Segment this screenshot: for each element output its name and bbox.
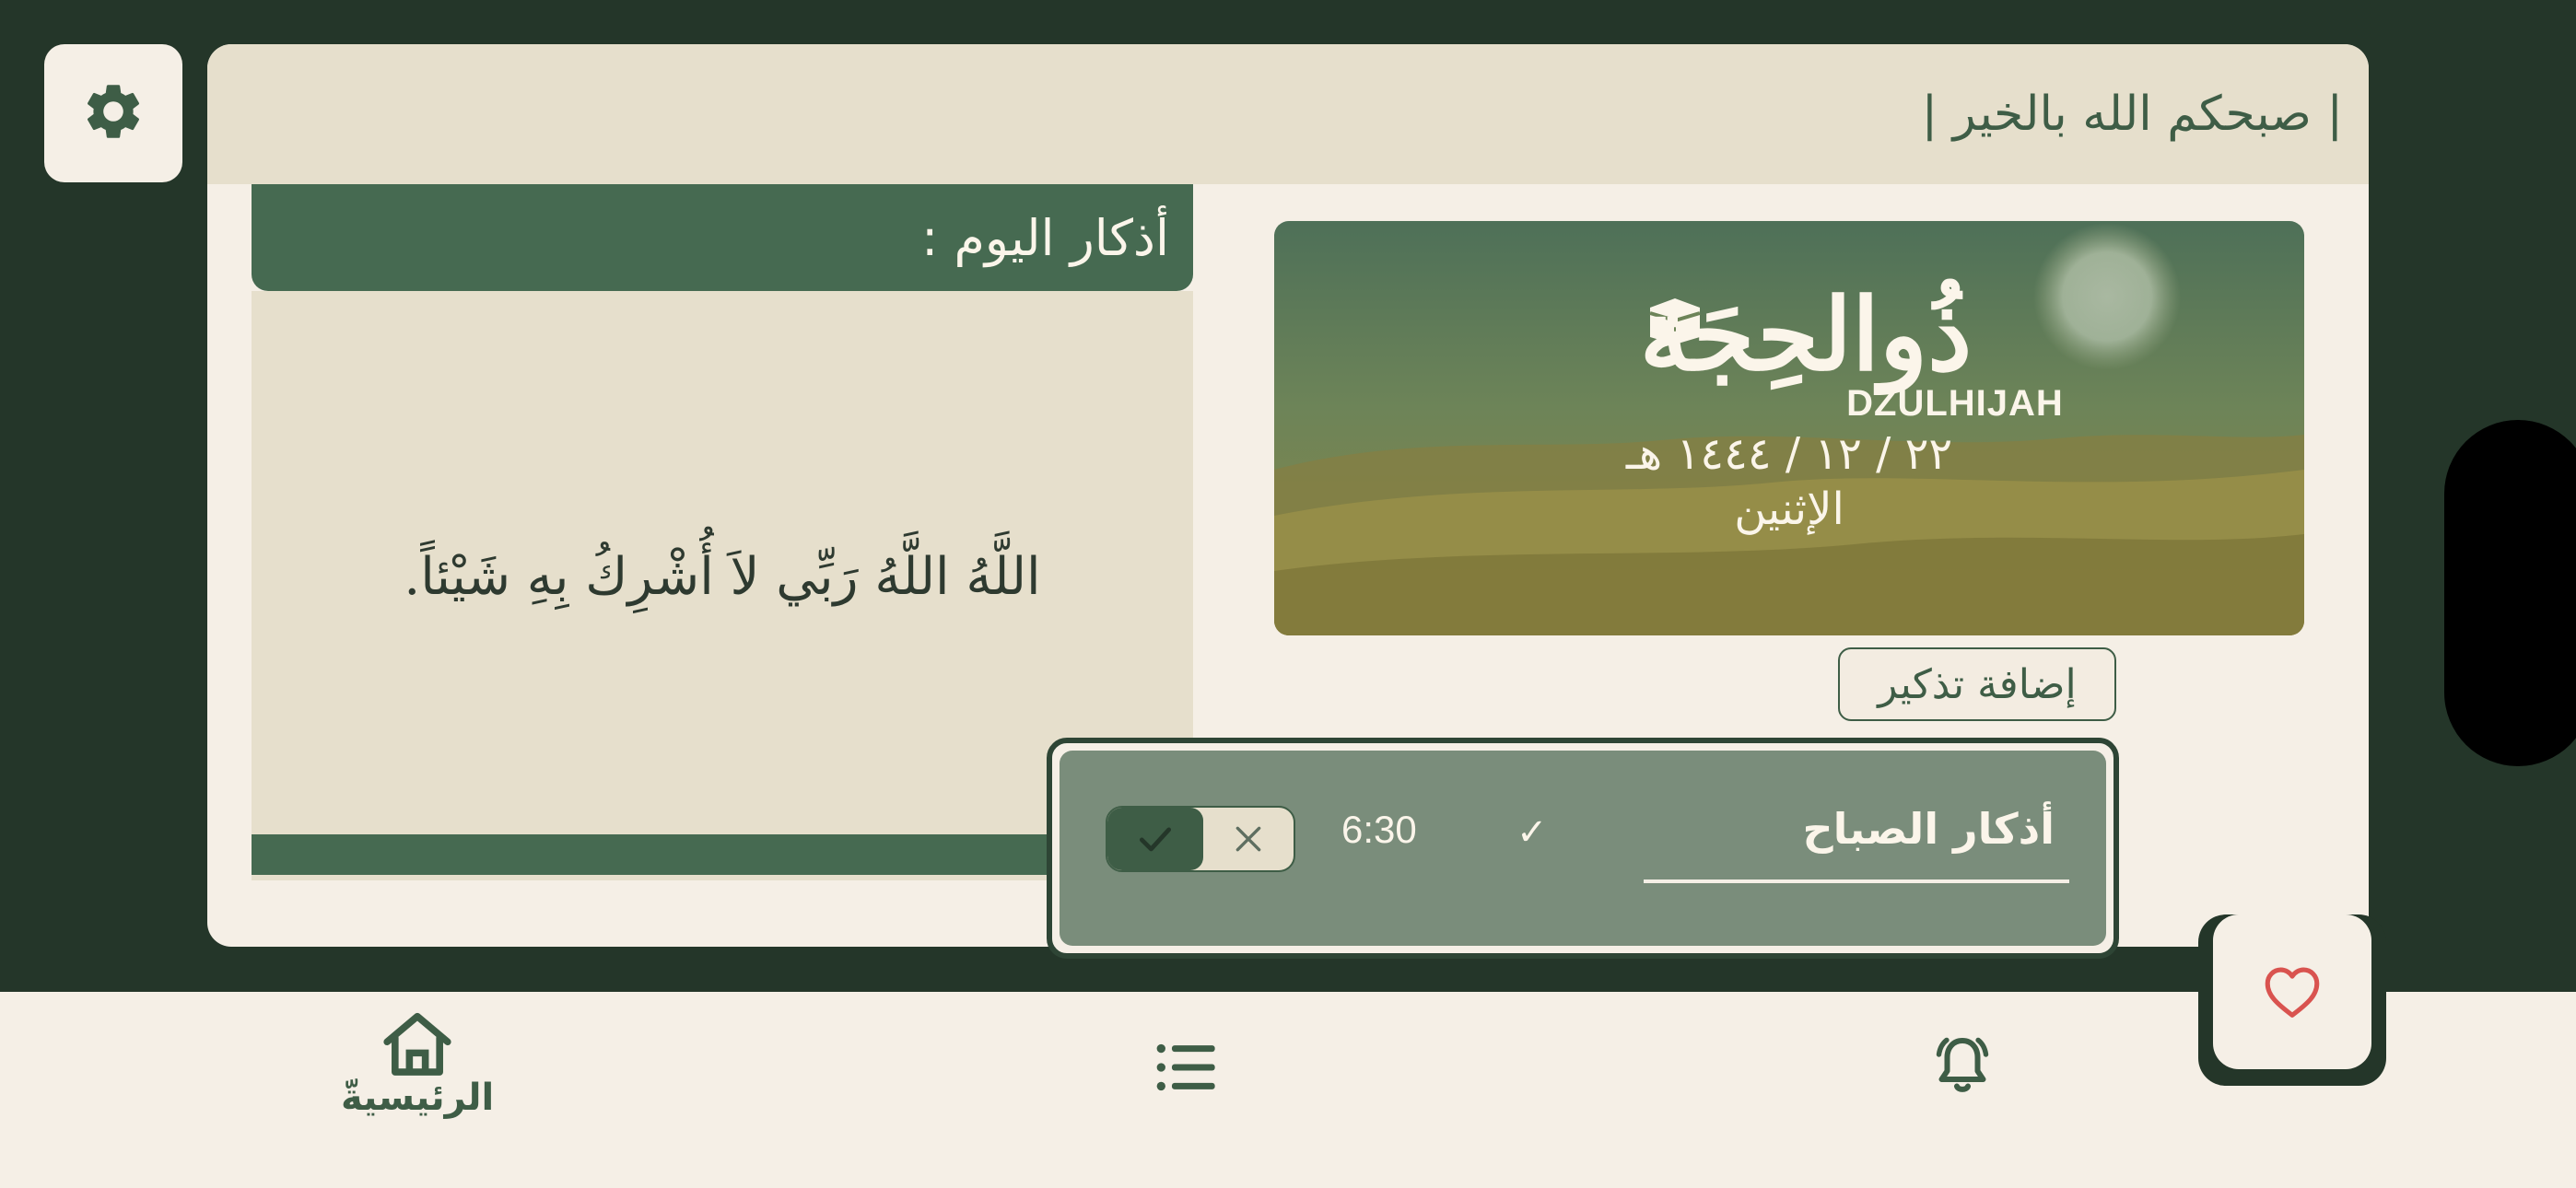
- greeting-text: | صبحكم الله بالخير |: [1921, 87, 2343, 142]
- reminder-underline: [1644, 879, 2069, 883]
- reminder-title: أذكار الصباح: [1802, 804, 2055, 854]
- gear-icon: [80, 78, 146, 148]
- close-icon: [1235, 826, 1261, 852]
- reminder-time[interactable]: 6:30: [1341, 808, 1417, 852]
- settings-button[interactable]: [44, 44, 182, 182]
- nav-home-label: الرئيسيةّ: [341, 1077, 495, 1119]
- reminder-item-body: أذكار الصباح ✓ 6:30: [1060, 751, 2106, 946]
- hijri-date-text: ٢٢ / ١٢ / ١٤٤٤ هـ: [1625, 428, 1953, 480]
- athkar-text: اللَّهُ اللَّهُ رَبِّي لاَ أُشْرِكُ بِهِ…: [404, 546, 1041, 607]
- athkar-header: أذكار اليوم :: [252, 184, 1193, 291]
- nav-home[interactable]: الرئيسيةّ: [341, 1008, 494, 1119]
- side-handle: [2444, 420, 2576, 766]
- hijri-weekday: الإثنين: [1734, 483, 1844, 535]
- hijri-month-arabic: ذُوالحِجَة: [1639, 277, 1973, 393]
- bottom-nav: الرئيسيةّ: [0, 992, 2576, 1188]
- favorite-button-frame: [2198, 914, 2386, 1086]
- heart-icon: [2265, 967, 2320, 1018]
- favorite-button[interactable]: [2213, 914, 2371, 1069]
- reminder-check-icon: ✓: [1516, 811, 1548, 854]
- hijri-date-card: ذُوالحِجَة DZULHIJAH ٢٢ / ١٢ / ١٤٤٤ هـ ا…: [1274, 221, 2304, 635]
- reminder-toggle[interactable]: [1106, 806, 1295, 872]
- add-reminder-button[interactable]: إضافة تذكير: [1838, 647, 2116, 721]
- greeting-bar: | صبحكم الله بالخير |: [207, 44, 2369, 184]
- nav-list[interactable]: [1154, 1040, 1219, 1095]
- nav-reminders[interactable]: [1929, 1032, 1996, 1099]
- bell-icon: [1936, 1037, 1989, 1092]
- reminder-item[interactable]: أذكار الصباح ✓ 6:30: [1047, 738, 2119, 959]
- check-icon: [1139, 827, 1172, 852]
- home-icon: [383, 1012, 451, 1076]
- athkar-title: أذكار اليوم :: [921, 208, 1169, 267]
- toggle-off-segment[interactable]: [1203, 808, 1294, 870]
- list-icon: [1156, 1043, 1215, 1091]
- toggle-on-segment[interactable]: [1107, 808, 1203, 870]
- hijri-month-latin: DZULHIJAH: [1846, 383, 2064, 424]
